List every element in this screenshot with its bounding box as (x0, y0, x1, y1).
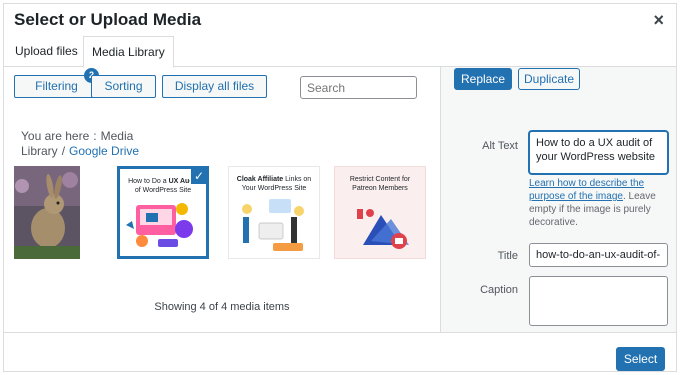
restrict-illustration (357, 209, 409, 249)
breadcrumb-prefix: You are here (21, 129, 90, 143)
tab-upload-files[interactable]: Upload files (7, 36, 86, 67)
breadcrumb: You are here: Media Library / Google Drive (21, 129, 171, 159)
caption-label: Caption (480, 284, 518, 296)
duplicate-button[interactable]: Duplicate (518, 68, 580, 90)
select-button[interactable]: Select (616, 347, 665, 371)
breadcrumb-separator: : (93, 129, 97, 143)
ux-audit-illustration (126, 203, 193, 247)
modal-tabs: Upload files Media Library (4, 36, 676, 68)
alt-text-label: Alt Text (482, 140, 518, 152)
breadcrumb-item-google-drive[interactable]: Google Drive (69, 144, 139, 158)
ux-audit-title-prefix: How to Do a (128, 178, 169, 185)
media-item-rabbit-photo[interactable] (14, 166, 80, 259)
close-icon[interactable]: × (653, 10, 664, 31)
search-input[interactable] (300, 76, 417, 99)
title-label: Title (497, 250, 518, 262)
filtering-label: Filtering (35, 79, 78, 93)
cloak-illustration (242, 199, 304, 251)
restrict-thumb-title: Restrict Content for Patreon Members (349, 176, 411, 192)
tab-media-library[interactable]: Media Library (83, 36, 174, 68)
media-item-ux-audit[interactable]: How to Do a UX Audit of WordPress Site ✓ (117, 166, 209, 259)
selected-check-icon[interactable]: ✓ (190, 169, 206, 185)
media-item-restrict-content[interactable]: Restrict Content for Patreon Members (334, 166, 426, 259)
caption-field[interactable] (529, 276, 668, 326)
breadcrumb-separator: / (61, 144, 66, 158)
media-item-cloak-affiliate[interactable]: Cloak Affiliate Links on Your WordPress … (228, 166, 320, 259)
media-modal: Select or Upload Media × Upload files Me… (3, 3, 677, 372)
modal-title: Select or Upload Media (14, 10, 202, 29)
display-all-files-button[interactable]: Display all files (162, 75, 267, 98)
attachment-details-sidebar: Replace Duplicate Alt Text How to do a U… (440, 67, 676, 332)
replace-button[interactable]: Replace (454, 68, 512, 90)
filtering-button[interactable]: Filtering 2 (14, 68, 99, 98)
cloak-title-bold: Cloak Affiliate (236, 176, 284, 183)
media-browser: Filtering 2 Sorting Display all files Yo… (4, 67, 440, 332)
title-field[interactable]: how-to-do-an-ux-audit-of- (529, 243, 668, 267)
media-count-text: Showing 4 of 4 media items (154, 301, 290, 313)
ux-audit-title-suffix: of WordPress Site (134, 187, 192, 194)
sorting-button[interactable]: Sorting (91, 75, 156, 98)
modal-footer: Select (4, 332, 676, 371)
alt-text-field[interactable]: How to do a UX audit of your WordPress w… (529, 131, 668, 174)
alt-text-help: Learn how to describe the purpose of the… (529, 177, 669, 229)
cloak-thumb-title: Cloak Affiliate Links on Your WordPress … (235, 175, 313, 193)
ux-audit-thumb-title: How to Do a UX Audit of WordPress Site (126, 177, 200, 195)
rabbit-photo-image (14, 166, 80, 259)
